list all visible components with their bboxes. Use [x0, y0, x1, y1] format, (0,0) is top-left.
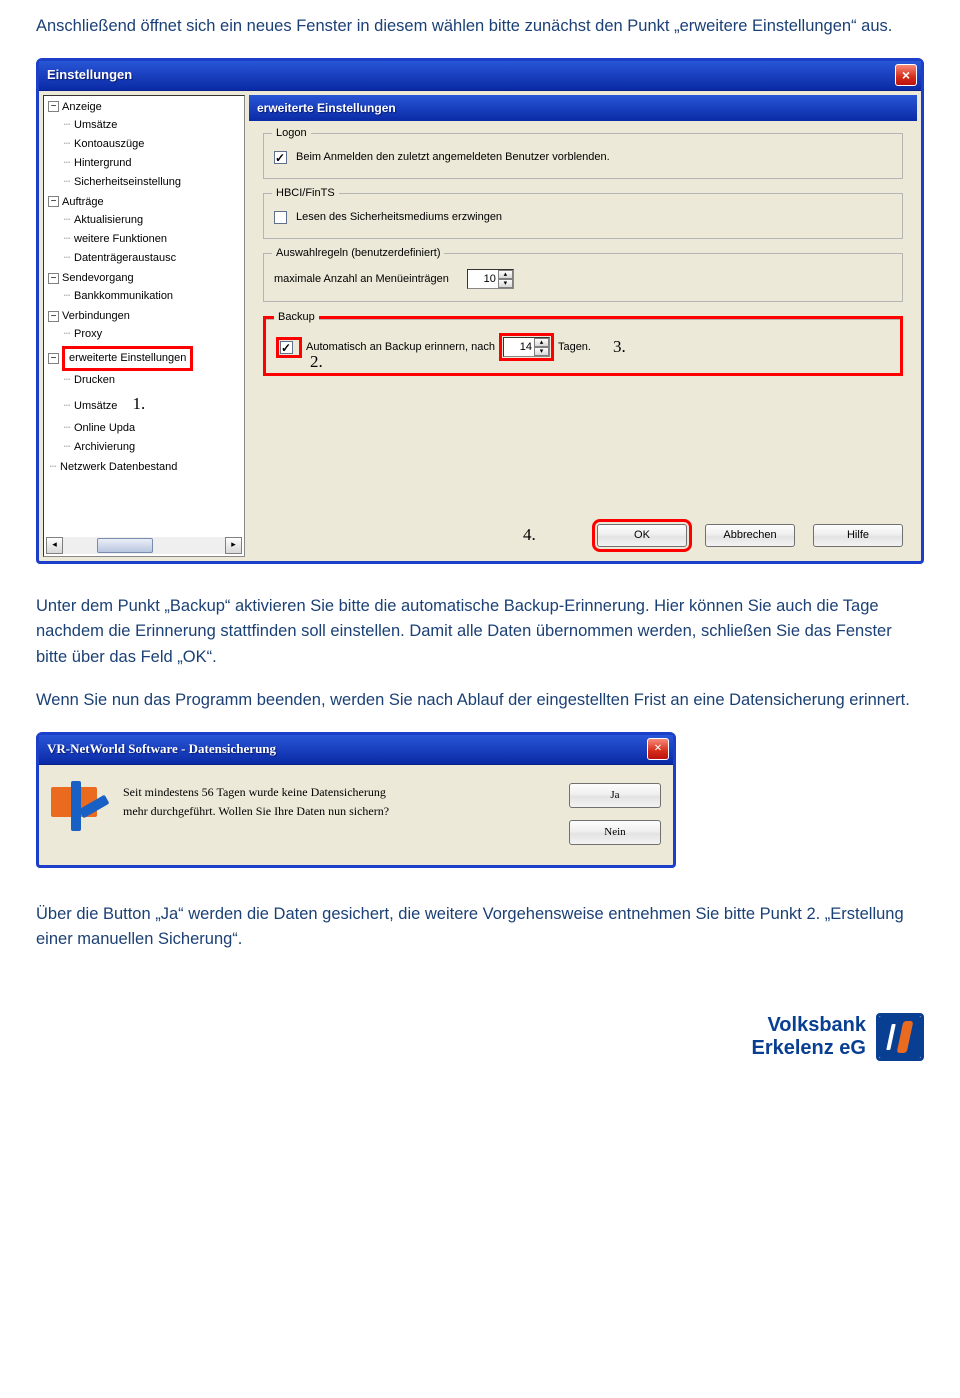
tree-item[interactable]: Sicherheitseinstellung	[74, 176, 181, 188]
vr-logo-icon	[51, 781, 107, 837]
cancel-button[interactable]: Abbrechen	[705, 524, 795, 547]
tree-item[interactable]: Online Upda	[74, 422, 135, 434]
expand-icon[interactable]: −	[48, 311, 59, 322]
scroll-left-icon[interactable]: ◂	[46, 537, 63, 554]
callout-1: 1.	[132, 394, 145, 413]
tree-item[interactable]: Umsätze	[74, 119, 117, 131]
group-legend: HBCI/FinTS	[272, 185, 339, 202]
spin-menu-count[interactable]: 10 ▴▾	[467, 269, 514, 289]
footer-line2: Erkelenz eG	[751, 1037, 866, 1060]
expand-icon[interactable]: −	[48, 101, 59, 112]
outro-paragraph: Über die Button „Ja“ werden die Daten ge…	[36, 902, 924, 953]
help-button[interactable]: Hilfe	[813, 524, 903, 547]
tree-scrollbar[interactable]: ◂ ▸	[46, 537, 242, 554]
footer-line1: Volksbank	[751, 1014, 866, 1037]
checkbox-label: Lesen des Sicherheitsmediums erzwingen	[296, 209, 502, 226]
scroll-right-icon[interactable]: ▸	[225, 537, 242, 554]
tree-item[interactable]: Kontoauszüge	[74, 138, 144, 150]
dialog-title: VR-NetWorld Software - Datensicherung	[47, 739, 276, 759]
ok-button[interactable]: OK	[597, 524, 687, 547]
close-icon[interactable]: ×	[895, 64, 917, 86]
expand-icon[interactable]: −	[48, 273, 59, 284]
checkbox-backup[interactable]	[280, 341, 293, 354]
tree-item[interactable]: Umsätze	[74, 400, 117, 412]
tree-item[interactable]: Datenträgeraustausc	[74, 252, 176, 264]
tree-item[interactable]: Anzeige	[62, 101, 102, 113]
dialog-line2: mehr durchgeführt. Wollen Sie Ihre Daten…	[123, 802, 553, 821]
tree-item[interactable]: Aufträge	[62, 196, 104, 208]
callout-2: 2.	[310, 349, 323, 375]
group-logon: Logon Beim Anmelden den zuletzt angemeld…	[263, 133, 903, 179]
checkbox-label: Automatisch an Backup erinnern, nach	[306, 339, 495, 356]
group-backup: Backup Automatisch an Backup erinnern, n…	[263, 316, 903, 376]
tree-item[interactable]: Hintergrund	[74, 157, 131, 169]
mid-paragraph-2: Wenn Sie nun das Programm beenden, werde…	[36, 688, 924, 714]
highlight-checkbox-backup	[276, 337, 302, 358]
tree-item[interactable]: weitere Funktionen	[74, 233, 167, 245]
group-hbci: HBCI/FinTS Lesen des Sicherheitsmediums …	[263, 193, 903, 239]
group-legend: Backup	[274, 309, 319, 326]
tree-item[interactable]: Proxy	[74, 328, 102, 340]
tree-item[interactable]: Netzwerk Datenbestand	[60, 461, 177, 473]
titlebar[interactable]: Einstellungen ×	[39, 61, 921, 91]
tree-item[interactable]: Aktualisierung	[74, 214, 143, 226]
spin-down-icon[interactable]: ▾	[498, 279, 513, 288]
expand-icon[interactable]: −	[48, 353, 59, 364]
dialog-line1: Seit mindestens 56 Tagen wurde keine Dat…	[123, 783, 553, 802]
spin-backup-days[interactable]: 14 ▴▾	[503, 337, 550, 357]
spin-value[interactable]: 10	[468, 271, 498, 288]
spin-down-icon[interactable]: ▾	[534, 347, 549, 356]
callout-3: 3.	[613, 334, 626, 360]
spin-up-icon[interactable]: ▴	[534, 338, 549, 347]
group-auswahl: Auswahlregeln (benutzerdefiniert) maxima…	[263, 253, 903, 302]
tree-item[interactable]: Archivierung	[74, 441, 135, 453]
dialog-text: Seit mindestens 56 Tagen wurde keine Dat…	[123, 781, 553, 821]
mid-paragraph-1: Unter dem Punkt „Backup“ aktivieren Sie …	[36, 594, 924, 671]
intro-paragraph: Anschließend öffnet sich ein neues Fenst…	[36, 14, 924, 40]
checkbox-logon[interactable]	[274, 151, 287, 164]
field-label-suffix: Tagen.	[558, 339, 591, 356]
settings-window: Einstellungen × −Anzeige ┈Umsätze ┈Konto…	[36, 58, 924, 564]
spin-up-icon[interactable]: ▴	[498, 270, 513, 279]
group-legend: Auswahlregeln (benutzerdefiniert)	[272, 245, 444, 262]
backup-dialog: VR-NetWorld Software - Datensicherung × …	[36, 732, 676, 868]
footer: Volksbank Erkelenz eG	[36, 1013, 924, 1061]
tree-item[interactable]: Verbindungen	[62, 310, 130, 322]
callout-4: 4.	[523, 522, 536, 548]
tree-item[interactable]: Bankkommunikation	[74, 290, 173, 302]
close-icon[interactable]: ×	[647, 738, 669, 760]
tree-item-erweiterte-selected[interactable]: erweiterte Einstellungen	[62, 346, 193, 371]
expand-icon[interactable]: −	[48, 196, 59, 207]
dialog-titlebar[interactable]: VR-NetWorld Software - Datensicherung ×	[39, 735, 673, 765]
highlight-spin-backup: 14 ▴▾	[499, 333, 554, 361]
panel-header: erweiterte Einstellungen	[249, 95, 917, 122]
window-title: Einstellungen	[47, 65, 132, 85]
field-label: maximale Anzahl an Menüeinträgen	[274, 271, 449, 288]
checkbox-label: Beim Anmelden den zuletzt angemeldeten B…	[296, 149, 610, 166]
no-button[interactable]: Nein	[569, 820, 661, 845]
tree-item[interactable]: Sendevorgang	[62, 272, 134, 284]
volksbank-logo-icon	[876, 1013, 924, 1061]
scroll-thumb[interactable]	[97, 538, 153, 553]
tree-item[interactable]: Drucken	[74, 374, 115, 386]
settings-tree[interactable]: −Anzeige ┈Umsätze ┈Kontoauszüge ┈Hinterg…	[43, 95, 245, 557]
group-legend: Logon	[272, 125, 311, 142]
yes-button[interactable]: Ja	[569, 783, 661, 808]
checkbox-hbci[interactable]	[274, 211, 287, 224]
spin-value[interactable]: 14	[504, 339, 534, 356]
